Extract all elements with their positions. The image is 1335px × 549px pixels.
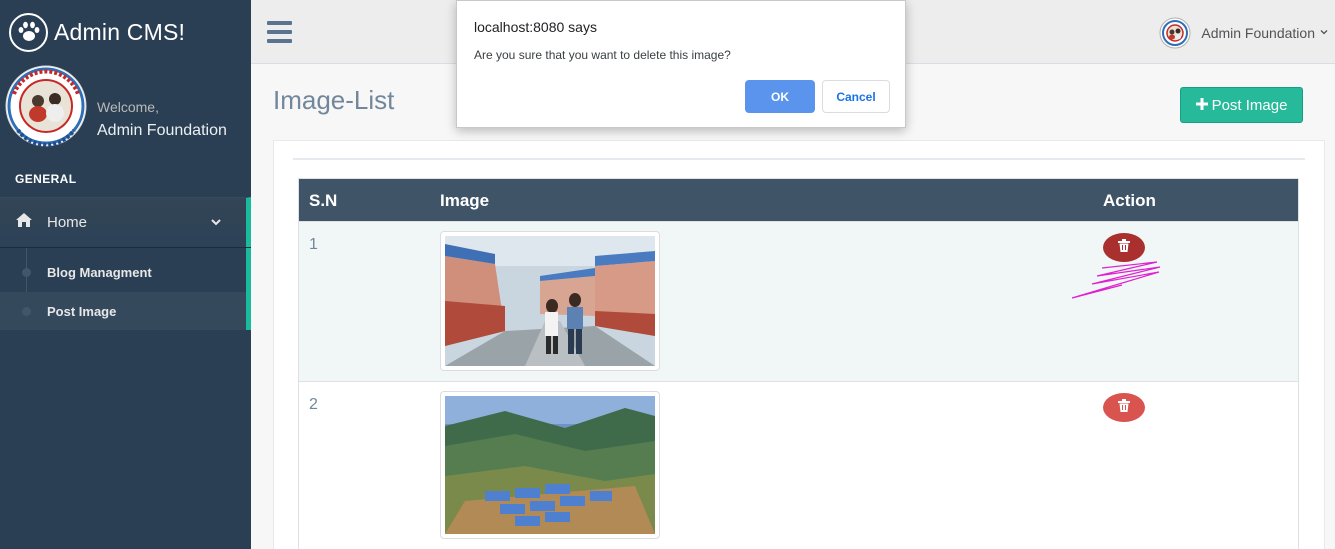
- table-header: S.N Image Action: [299, 179, 1298, 221]
- image-thumbnail[interactable]: [440, 231, 660, 371]
- profile: Welcome, Admin Foundation: [0, 64, 251, 154]
- image-thumbnail[interactable]: [440, 391, 660, 539]
- cancel-button[interactable]: Cancel: [822, 80, 890, 113]
- ok-button[interactable]: OK: [745, 80, 815, 113]
- confirm-dialog: localhost:8080 says Are you sure that yo…: [456, 0, 906, 128]
- column-header-sn: S.N: [309, 191, 338, 210]
- column-header-action: Action: [1103, 191, 1156, 210]
- brand-title: Admin CMS!: [54, 18, 186, 45]
- welcome-text: Welcome,: [97, 99, 159, 115]
- post-image-button[interactable]: Post Image: [1180, 87, 1303, 123]
- chevron-down-icon: [1319, 24, 1329, 42]
- user-name: Admin Foundation: [1201, 25, 1315, 41]
- post-image-label: Post Image: [1211, 96, 1288, 114]
- row-sn: 1: [309, 236, 318, 253]
- user-menu[interactable]: Admin Foundation: [1159, 16, 1335, 50]
- table-row: 2: [299, 381, 1298, 549]
- foundation-logo: [0, 64, 90, 154]
- bullet-icon: [22, 268, 31, 277]
- image-table: S.N Image Action 1 2: [298, 178, 1299, 549]
- sidebar-submenu: Blog Managment Post Image: [0, 248, 251, 330]
- sidebar-item-label: Home: [47, 214, 88, 231]
- profile-name: Admin Foundation: [97, 122, 227, 139]
- home-icon: [15, 212, 33, 233]
- section-label: GENERAL: [15, 172, 77, 186]
- annotation-scribble: [1062, 258, 1172, 308]
- column-header-image: Image: [440, 191, 490, 210]
- page-title: Image-List: [273, 85, 395, 115]
- bullet-icon: [22, 307, 31, 316]
- dialog-title: localhost:8080 says: [474, 19, 597, 35]
- hamburger-icon[interactable]: [267, 21, 292, 43]
- dialog-message: Are you sure that you want to delete thi…: [474, 48, 731, 62]
- user-avatar: [1159, 17, 1191, 49]
- sidebar-item-home[interactable]: Home: [0, 197, 251, 247]
- paw-icon: [9, 12, 48, 52]
- trash-icon: [1118, 398, 1130, 417]
- panel-divider: [293, 158, 1305, 160]
- sidebar-item-blog-management[interactable]: Blog Managment: [0, 253, 246, 291]
- sidebar-item-post-image[interactable]: Post Image: [0, 292, 246, 330]
- chevron-down-icon: [210, 215, 222, 233]
- sidebar: Admin CMS! Welcome, Admin Foundation GEN…: [0, 0, 251, 549]
- brand[interactable]: Admin CMS!: [0, 0, 251, 64]
- trash-icon: [1118, 238, 1130, 257]
- sidebar-item-label: Blog Managment: [47, 264, 152, 280]
- sidebar-item-label: Post Image: [47, 303, 117, 319]
- plus-icon: [1195, 97, 1208, 114]
- delete-button[interactable]: [1103, 393, 1145, 422]
- row-sn: 2: [309, 396, 318, 413]
